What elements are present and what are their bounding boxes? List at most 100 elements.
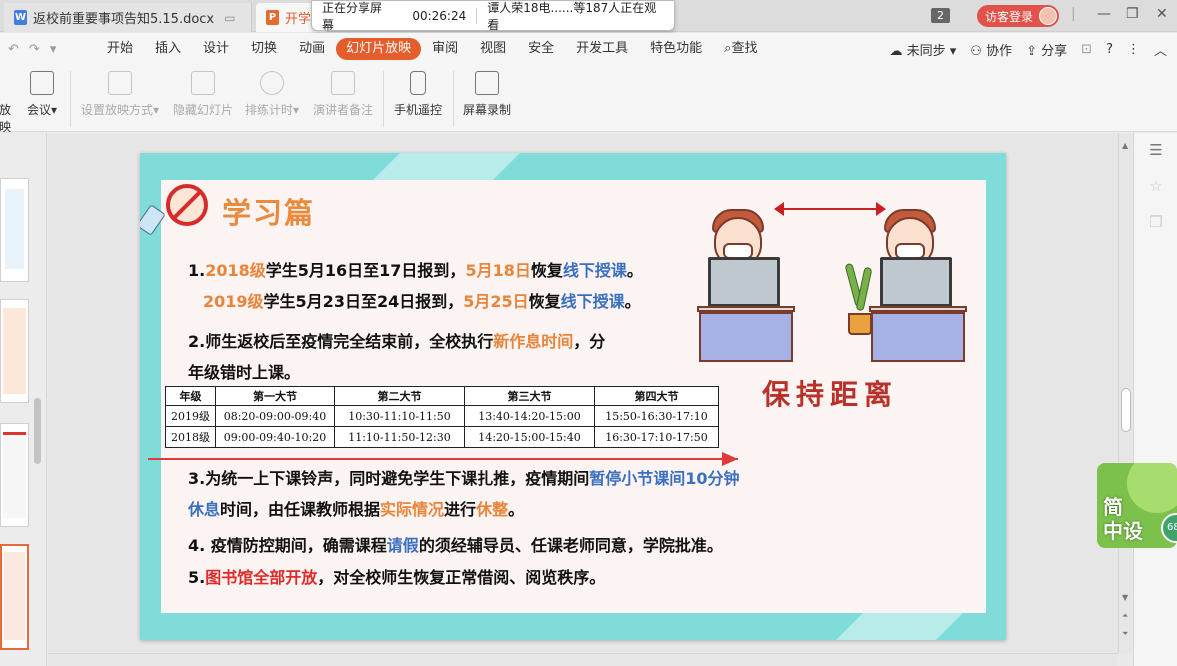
menu-search[interactable]: ⌕查找 <box>713 38 768 60</box>
table-cell: 2018级 <box>165 426 216 448</box>
phone-remote-label: 手机遥控 <box>393 103 442 117</box>
slide-canvas: 学习篇 1.2018级学生5月16日至17日报到，5月18日恢复线下授课。 20… <box>48 133 1118 666</box>
slide-thumbnail[interactable] <box>0 423 29 527</box>
computer-monitor <box>708 257 780 307</box>
vertical-scrollbar[interactable]: ▲ ▼ ⏶ ⏷ <box>1118 133 1132 653</box>
undo-icon[interactable]: ↶ <box>8 42 19 57</box>
window-count-badge[interactable]: 2 <box>931 8 950 23</box>
tab-bar: W 返校前重要事项告知5.15.docx ▭ P 开学 正在分享屏幕 00:26… <box>0 0 1177 32</box>
widget-line: 简 <box>1103 495 1123 519</box>
menu-devtools[interactable]: 开发工具 <box>565 38 639 60</box>
tab-word-doc[interactable]: W 返校前重要事项告知5.15.docx ▭ <box>4 3 252 32</box>
highlight-blue: 休息 <box>188 500 221 519</box>
schedule-table: 年级 第一大节 第二大节 第三大节 第四大节 2019级 08:20-09:00… <box>165 386 719 448</box>
menu-animation[interactable]: 动画 <box>288 38 336 60</box>
scrollbar-thumb[interactable] <box>1121 388 1131 432</box>
slide-thumbnail[interactable] <box>0 299 29 403</box>
table-header: 第三大节 <box>464 386 595 406</box>
sync-label: 未同步 <box>906 43 946 59</box>
star-icon[interactable]: ☆ <box>1147 177 1165 195</box>
help-icon[interactable]: ? <box>1106 42 1113 57</box>
next-slide-icon[interactable]: ⏷ <box>1122 629 1128 639</box>
table-header: 第二大节 <box>334 386 465 406</box>
screen-share-bar: 正在分享屏幕 00:26:24 谭人荣18电......等187人正在观看 <box>311 0 675 32</box>
menu-view[interactable]: 视图 <box>469 38 517 60</box>
meeting-button[interactable]: 会议▾ <box>22 71 62 118</box>
template-icon[interactable]: ⊡ <box>1081 42 1092 57</box>
slide-decoration <box>826 610 966 640</box>
menu-design[interactable]: 设计 <box>192 38 240 60</box>
copy-icon[interactable]: ❐ <box>1147 213 1165 231</box>
scroll-up-icon[interactable]: ▲ <box>1122 141 1128 150</box>
prev-slide-icon[interactable]: ⏶ <box>1122 611 1128 621</box>
settings-sliders-icon[interactable]: ☰ <box>1147 141 1165 159</box>
setup-show-button[interactable]: 设置放映方式▾ <box>78 71 162 118</box>
chevron-down-icon[interactable]: ▾ <box>50 42 57 57</box>
phone-remote-button[interactable]: 手机遥控 <box>390 71 446 118</box>
highlight-blue: 线下授课 <box>560 292 625 311</box>
thumbnail-scrollbar[interactable] <box>34 398 41 464</box>
collab-button[interactable]: ⚇ 协作 <box>970 40 1012 59</box>
text: 恢复 <box>528 292 561 311</box>
screen-record-icon <box>475 71 499 95</box>
word-file-icon: W <box>14 10 27 25</box>
visitor-login-button[interactable]: 访客登录 <box>977 5 1059 27</box>
table-cell: 2019级 <box>165 405 216 427</box>
notes-icon <box>331 71 355 95</box>
table-row: 2018级 09:00-09:40-10:20 11:10-11:50-12:3… <box>165 426 719 448</box>
floating-widget[interactable]: 简中设 68 <box>1097 463 1177 548</box>
menu-review[interactable]: 审阅 <box>421 38 469 60</box>
slide-thumbnail[interactable] <box>0 178 29 282</box>
text: 。 <box>626 261 643 280</box>
more-icon[interactable]: ⋮ <box>1127 42 1140 57</box>
highlight-blue: 线下授课 <box>562 261 627 280</box>
table-cell: 14:20-15:00-15:40 <box>464 426 595 448</box>
collapse-ribbon-icon[interactable]: ︿ <box>1154 40 1167 59</box>
rehearse-timing-button[interactable]: 排练计时▾ <box>242 71 302 118</box>
setup-show-label: 设置放映方式 <box>80 103 153 117</box>
slide[interactable]: 学习篇 1.2018级学生5月16日至17日报到，5月18日恢复线下授课。 20… <box>140 153 1006 640</box>
highlight-orange: 2019级 <box>203 292 264 311</box>
highlight-red: 图书馆全部开放 <box>205 568 318 587</box>
share-button[interactable]: ⇪ 分享 <box>1026 40 1067 59</box>
menu-home[interactable]: 开始 <box>96 38 144 60</box>
monitor-icon[interactable]: ▭ <box>224 11 235 25</box>
table-cell: 11:10-11:50-12:30 <box>334 426 465 448</box>
menu-security[interactable]: 安全 <box>517 38 565 60</box>
menu-slideshow[interactable]: 幻灯片放映 <box>336 38 422 60</box>
menu-features[interactable]: 特色功能 <box>639 38 713 60</box>
hide-slide-button[interactable]: 隐藏幻灯片 <box>170 71 236 118</box>
presenter-notes-button[interactable]: 演讲者备注 <box>310 71 376 118</box>
restore-icon[interactable]: ❐ <box>1126 6 1139 22</box>
highlight-orange: 2018级 <box>205 261 266 280</box>
partial-show-button[interactable]: 放映 <box>0 71 16 135</box>
table-header: 第一大节 <box>215 386 335 406</box>
slide-thumbnail-selected[interactable] <box>0 544 29 650</box>
no-virus-icon <box>166 184 208 226</box>
highlight-blue: 暂停小节课间10分钟 <box>589 469 740 488</box>
sync-button[interactable]: ☁ 未同步 ▾ <box>889 40 956 59</box>
menu-bar: ↶ ↷ ▾ 开始 插入 设计 切换 动画 幻灯片放映 审阅 视图 安全 开发工具… <box>0 33 1177 65</box>
slide-title: 学习篇 <box>222 196 316 230</box>
scroll-down-icon[interactable]: ▼ <box>1122 593 1128 602</box>
share-timer: 00:26:24 <box>412 8 467 23</box>
ribbon: 放映 会议▾ 设置放映方式▾ 隐藏幻灯片 排练计时▾ 演讲者备注 手机遥控 屏幕… <box>0 65 1177 135</box>
annotation-arrow-head <box>722 452 738 466</box>
text: 3.为统一上下课铃声，同时避免学生下课扎推，疫情期间 <box>188 469 590 488</box>
share-status: 正在分享屏幕 <box>322 0 383 32</box>
menu-insert[interactable]: 插入 <box>144 38 192 60</box>
text: 。 <box>624 292 641 311</box>
text-line-4: 年级错时上课。 <box>188 363 301 382</box>
table-cell: 09:00-09:40-10:20 <box>215 426 335 448</box>
screen-record-button[interactable]: 屏幕录制 <box>460 71 514 118</box>
redo-icon[interactable]: ↷ <box>29 42 40 57</box>
status-bar <box>48 653 1118 666</box>
widget-badge[interactable]: 68 <box>1161 513 1177 543</box>
text-line-6: 休息时间，由任课教师根据实际情况进行休整。 <box>188 496 524 520</box>
table-cell: 16:30-17:10-17:50 <box>594 426 719 448</box>
menu-transition[interactable]: 切换 <box>240 38 288 60</box>
text-line-7: 4. 疫情防控期间，确需课程请假的须经辅导员、任课老师同意，学院批准。 <box>188 532 723 556</box>
keep-distance-label: 保持距离 <box>762 378 899 411</box>
close-icon[interactable]: ✕ <box>1156 6 1168 22</box>
minimize-icon[interactable]: — <box>1097 6 1111 22</box>
